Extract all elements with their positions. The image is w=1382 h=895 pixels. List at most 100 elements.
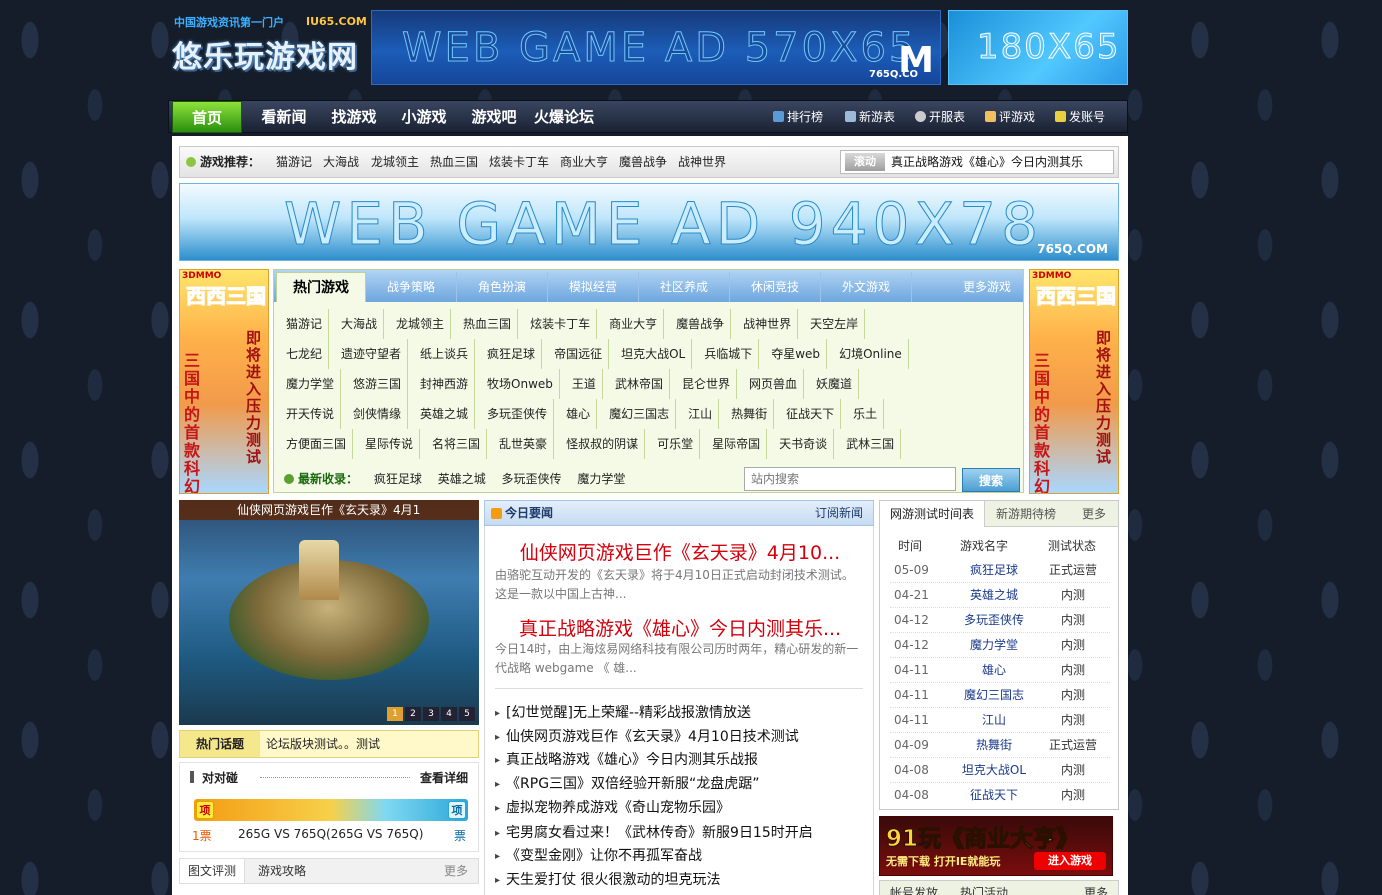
ad-91wan[interactable]: 91玩《商业大亨》 无需下载 打开IE就能玩 进入游戏 [879,816,1113,876]
game-link[interactable]: 牧场Onweb [481,369,560,399]
tab-hot-games[interactable]: 热门游戏 [276,272,366,302]
schedule-game-link[interactable]: 英雄之城 [954,583,1034,608]
recommend-link[interactable]: 战神世界 [678,147,726,177]
subscribe-news-link[interactable]: 订阅新闻 [815,501,863,525]
schedule-more-link[interactable]: 更多 [1070,501,1118,527]
news-item[interactable]: 真正战略游戏《雄心》今日内测其乐战报 [495,749,758,769]
newest-game-link[interactable]: 多玩歪侠传 [502,472,562,486]
game-link[interactable]: 悠游三国 [347,369,409,399]
nav-server-list[interactable]: 开服表 [915,101,965,133]
enter-game-button[interactable]: 进入游戏 [1034,852,1106,870]
news-ticker[interactable]: 滚动 真正战略游戏《雄心》今日内测其乐 [840,150,1114,174]
review-more-link[interactable]: 更多 [444,859,468,883]
game-link[interactable]: 征战天下 [780,399,842,429]
tab-strategy[interactable]: 战争策略 [366,272,457,302]
game-link[interactable]: 商业大亨 [603,309,665,339]
nav-news[interactable]: 看新闻 [249,101,319,133]
slide-page-button[interactable]: 4 [441,707,457,721]
tab-reviews[interactable]: 图文评测 [180,859,246,883]
nav-ranking[interactable]: 排行榜 [773,101,823,133]
news-item[interactable]: 天生爱打仗 很火很激动的坦克玩法 [495,869,720,889]
search-button[interactable]: 搜索 [962,468,1020,492]
recommend-link[interactable]: 大海战 [323,147,359,177]
recommend-link[interactable]: 龙城领主 [371,147,419,177]
schedule-game-link[interactable]: 坦克大战OL [954,758,1034,783]
featured-slideshow[interactable]: 仙侠网页游戏巨作《玄天录》4月1 12345 [179,500,479,725]
game-link[interactable]: 疯狂足球 [481,339,543,369]
game-link[interactable]: 开天传说 [280,399,342,429]
banner-ad-180[interactable]: 180X65 [948,10,1128,85]
nav-new-games[interactable]: 新游表 [845,101,895,133]
game-link[interactable]: 热舞街 [725,399,775,429]
schedule-game-link[interactable]: 魔力学堂 [954,633,1034,658]
game-link[interactable]: 纸上谈兵 [414,339,476,369]
game-link[interactable]: 天书奇谈 [773,429,835,459]
schedule-game-link[interactable]: 征战天下 [954,783,1034,808]
nav-forum[interactable]: 火爆论坛 [524,101,604,133]
nav-home[interactable]: 首页 [172,101,242,133]
tab-rpg[interactable]: 角色扮演 [457,272,548,302]
vote-left-button[interactable]: 项 [196,801,214,819]
game-link[interactable]: 雄心 [560,399,598,429]
game-link[interactable]: 兵临城下 [698,339,760,369]
game-link[interactable]: 遗迹守望者 [335,339,409,369]
schedule-game-link[interactable]: 疯狂足球 [954,558,1034,583]
more-games-link[interactable]: 更多游戏 [963,272,1011,302]
nav-review[interactable]: 评游戏 [985,101,1035,133]
nav-mini-games[interactable]: 小游戏 [389,101,459,133]
banner-ad-570[interactable]: WEB GAME AD 570X65 M 765Q.CO [371,10,941,85]
game-link[interactable]: 剑侠情缘 [347,399,409,429]
tab-casual[interactable]: 休闲竞技 [730,272,821,302]
game-link[interactable]: 战神世界 [737,309,799,339]
recommend-link[interactable]: 炫装卡丁车 [489,147,549,177]
recommend-link[interactable]: 猫游记 [276,147,312,177]
side-ad-left[interactable]: 3DMMO 西西三国 三国中的首款科幻 即将进入压力测试 [179,269,269,494]
game-link[interactable]: 方便面三国 [280,429,354,459]
game-link[interactable]: 江山 [682,399,720,429]
nav-game-bar[interactable]: 游戏吧 [459,101,529,133]
vote-right-button[interactable]: 项 [448,801,466,819]
tab-community[interactable]: 社区养成 [639,272,730,302]
versus-details-link[interactable]: 查看详细 [420,769,468,786]
schedule-game-link[interactable]: 多玩歪侠传 [954,608,1034,633]
news-item[interactable]: 《RPG三国》双倍经验开新服“龙盘虎踞” [495,773,760,793]
newest-game-link[interactable]: 英雄之城 [438,472,486,486]
game-link[interactable]: 天空左岸 [804,309,866,339]
game-link[interactable]: 多玩歪侠传 [481,399,555,429]
tab-accounts[interactable]: 帐号发放 [890,884,938,895]
site-search-input[interactable] [744,467,956,491]
recommend-link[interactable]: 热血三国 [430,147,478,177]
nav-find-games[interactable]: 找游戏 [319,101,389,133]
game-link[interactable]: 魔力学堂 [280,369,342,399]
slide-page-button[interactable]: 5 [459,707,475,721]
news-item[interactable]: 仙侠网页游戏巨作《玄天录》4月10日技术测试 [495,726,799,746]
game-link[interactable]: 龙城领主 [390,309,452,339]
account-more-link[interactable]: 更多 [1084,884,1108,895]
newest-game-link[interactable]: 疯狂足球 [374,472,422,486]
slide-page-button[interactable]: 3 [423,707,439,721]
game-link[interactable]: 乐土 [847,399,885,429]
headline-link[interactable]: 真正战略游戏《雄心》今日内测其乐... [485,614,875,641]
game-link[interactable]: 封神西游 [414,369,476,399]
side-ad-right[interactable]: 3DMMO 西西三国 三国中的首款科幻 即将进入压力测试 [1029,269,1119,494]
tab-test-schedule[interactable]: 网游测试时间表 [880,501,985,527]
game-link[interactable]: 昆仑世界 [676,369,737,399]
game-link[interactable]: 炫装卡丁车 [524,309,598,339]
game-link[interactable]: 星际传说 [359,429,421,459]
news-item[interactable]: 虚拟宠物养成游戏《奇山宠物乐园》 [495,797,730,817]
game-link[interactable]: 帝国远征 [548,339,610,369]
game-link[interactable]: 魔兽战争 [670,309,732,339]
tab-events[interactable]: 热门活动 [960,884,1008,895]
recommend-link[interactable]: 商业大亨 [560,147,608,177]
slide-caption[interactable]: 仙侠网页游戏巨作《玄天录》4月1 [179,500,479,520]
game-link[interactable]: 坦克大战OL [615,339,693,369]
game-link[interactable]: 幻境Online [833,339,909,369]
tab-anticipated[interactable]: 新游期待榜 [986,501,1066,527]
game-link[interactable]: 魔幻三国志 [603,399,677,429]
game-link[interactable]: 热血三国 [457,309,519,339]
game-link[interactable]: 英雄之城 [414,399,476,429]
recommend-link[interactable]: 魔兽战争 [619,147,667,177]
slide-page-button[interactable]: 1 [387,707,403,721]
news-item[interactable]: 宅男腐女看过来！《武林传奇》新服9日15时开启 [495,822,813,842]
nav-accounts[interactable]: 发账号 [1055,101,1105,133]
